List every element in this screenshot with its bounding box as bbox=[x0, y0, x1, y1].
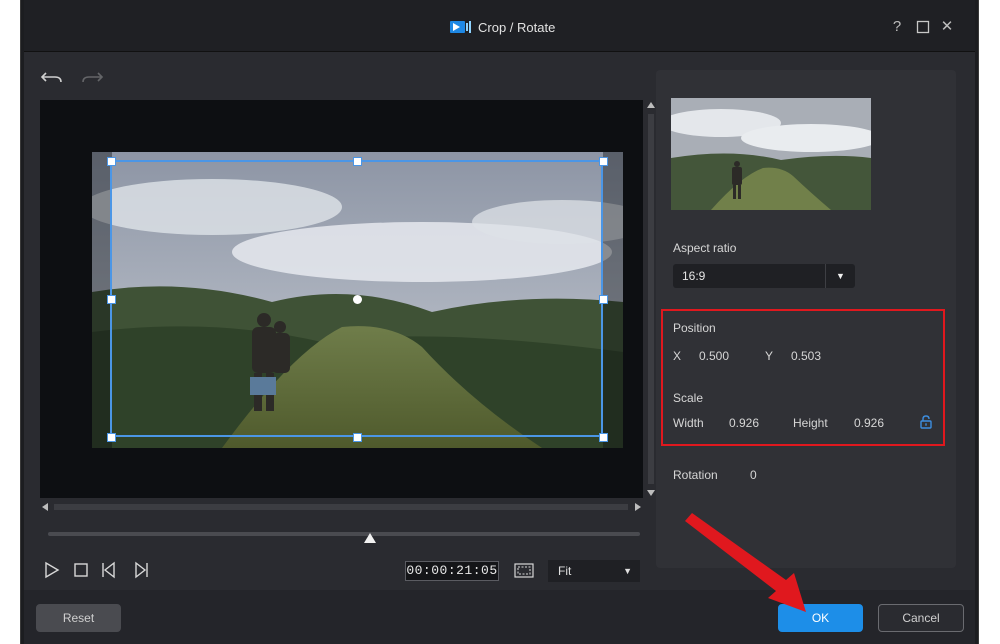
ok-button[interactable]: OK bbox=[778, 604, 863, 632]
aspect-ratio-label: Aspect ratio bbox=[673, 241, 737, 255]
dialog-title: Crop / Rotate bbox=[478, 19, 556, 35]
maximize-icon[interactable] bbox=[914, 18, 932, 36]
crop-center-point[interactable] bbox=[353, 295, 362, 304]
crop-handle-top-right[interactable] bbox=[599, 157, 608, 166]
aspect-ratio-value: 16:9 bbox=[682, 269, 706, 283]
previous-frame-icon[interactable] bbox=[100, 560, 120, 580]
help-icon[interactable]: ? bbox=[888, 18, 906, 36]
crop-handle-bottom-right[interactable] bbox=[599, 433, 608, 442]
stop-icon[interactable] bbox=[71, 560, 91, 580]
zoom-select[interactable]: Fit ▼ bbox=[548, 560, 640, 582]
redo-icon[interactable] bbox=[80, 68, 104, 88]
reset-button[interactable]: Reset bbox=[36, 604, 121, 632]
crop-handle-right[interactable] bbox=[599, 295, 608, 304]
playhead-marker[interactable] bbox=[364, 532, 376, 543]
crop-handle-top-left[interactable] bbox=[107, 157, 116, 166]
crop-handle-bottom-left[interactable] bbox=[107, 433, 116, 442]
close-icon[interactable]: ✕ bbox=[938, 18, 956, 36]
rotation-label: Rotation bbox=[673, 468, 718, 482]
timecode-display[interactable]: 00:00:21:05 bbox=[405, 561, 499, 581]
app-logo-icon bbox=[450, 20, 472, 34]
chevron-down-icon: ▼ bbox=[623, 566, 632, 576]
rotation-value[interactable]: 0 bbox=[750, 468, 757, 482]
undo-icon[interactable] bbox=[40, 68, 64, 88]
play-icon[interactable] bbox=[42, 560, 62, 580]
crop-handle-left[interactable] bbox=[107, 295, 116, 304]
next-frame-icon[interactable] bbox=[130, 560, 150, 580]
safe-zone-icon[interactable] bbox=[514, 563, 534, 578]
zoom-select-value: Fit bbox=[558, 564, 572, 578]
crop-rotate-dialog: Crop / Rotate ? ✕ 00:00:21:05 Fit ▼ Aspe… bbox=[24, 0, 975, 644]
video-preview[interactable] bbox=[40, 100, 643, 498]
title-bar: Crop / Rotate ? ✕ bbox=[24, 0, 975, 52]
crop-rectangle[interactable] bbox=[107, 157, 608, 442]
horizontal-scrollbar[interactable] bbox=[40, 501, 643, 513]
timeline-track[interactable] bbox=[48, 532, 640, 536]
chevron-down-icon: ▼ bbox=[836, 271, 845, 281]
title-group: Crop / Rotate bbox=[450, 18, 555, 36]
crop-handle-top[interactable] bbox=[353, 157, 362, 166]
vertical-scrollbar[interactable] bbox=[646, 100, 656, 498]
clip-thumbnail bbox=[671, 98, 871, 210]
select-divider bbox=[825, 264, 826, 288]
aspect-ratio-select[interactable]: 16:9 ▼ bbox=[673, 264, 855, 288]
cancel-button[interactable]: Cancel bbox=[878, 604, 964, 632]
crop-handle-bottom[interactable] bbox=[353, 433, 362, 442]
position-scale-highlight bbox=[661, 309, 945, 446]
